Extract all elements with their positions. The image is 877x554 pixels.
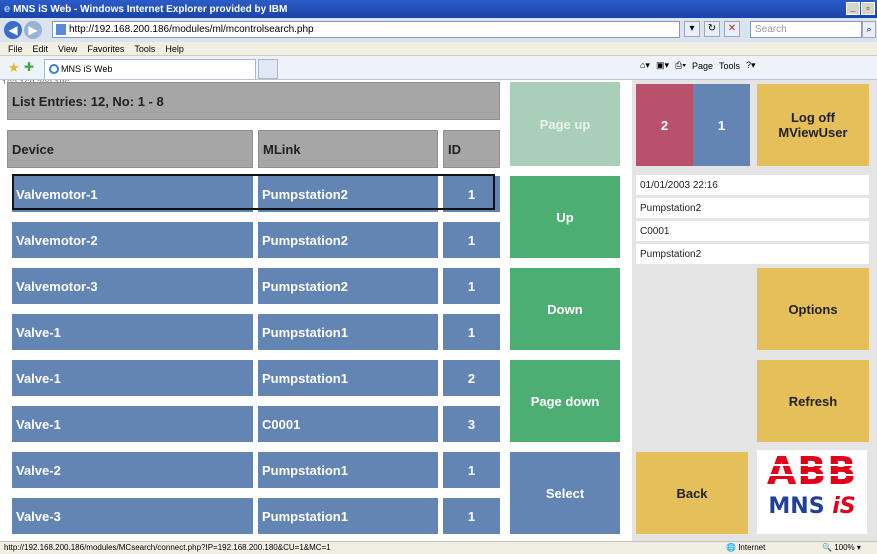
tab-page-icon [49, 64, 59, 74]
id-cell[interactable]: 1 [443, 314, 500, 350]
mlink-cell[interactable]: Pumpstation1 [258, 498, 438, 534]
print-icon[interactable]: ⎙▾ [675, 60, 686, 71]
down-button[interactable]: Down [510, 268, 620, 350]
selection-highlight [12, 174, 495, 210]
id-cell[interactable]: 1 [443, 222, 500, 258]
restore-button[interactable]: ▫ [861, 2, 875, 15]
column-header-device: Device [7, 130, 253, 168]
address-toolbar: ◀ ▶ http://192.168.200.186/modules/ml/mc… [0, 18, 877, 42]
search-input[interactable]: Search [750, 21, 862, 38]
device-cell[interactable]: Valve-2 [12, 452, 253, 488]
zone-label: Internet [738, 543, 766, 552]
refresh-button[interactable]: Refresh [757, 360, 869, 442]
device-cell[interactable]: Valve-1 [12, 406, 253, 442]
info-code: C0001 [636, 221, 869, 241]
logoff-label: Log off [790, 110, 836, 125]
stop-icon[interactable]: ✕ [724, 21, 740, 37]
select-button[interactable]: Select [510, 452, 620, 534]
device-cell[interactable]: Valve-3 [12, 498, 253, 534]
mlink-cell[interactable]: Pumpstation2 [258, 222, 438, 258]
device-cell[interactable]: Valve-1 [12, 314, 253, 350]
device-cell[interactable]: Valve-1 [12, 360, 253, 396]
abb-mns-logo: ABB MNS iS [757, 450, 867, 534]
mlink-cell[interactable]: Pumpstation1 [258, 314, 438, 350]
device-cell[interactable]: Valvemotor-2 [12, 222, 253, 258]
menu-help[interactable]: Help [165, 44, 184, 54]
window-title: MNS iS Web - Windows Internet Explorer p… [13, 3, 288, 15]
tools-menu[interactable]: Tools [719, 61, 740, 71]
is-text: iS [832, 494, 856, 519]
dropdown-arrow-icon[interactable]: ▾ [684, 21, 700, 37]
logo-stripe [763, 464, 861, 466]
id-cell[interactable]: 3 [443, 406, 500, 442]
id-cell[interactable]: 1 [443, 268, 500, 304]
column-header-mlink: MLink [258, 130, 438, 168]
status-url: http://192.168.200.186/modules/MCsearch/… [4, 543, 331, 552]
refresh-icon[interactable]: ↻ [704, 21, 720, 37]
favorites-star-icon[interactable]: ★ [8, 60, 20, 76]
menu-file[interactable]: File [8, 44, 23, 54]
count-badge-b[interactable]: 1 [693, 84, 750, 166]
zoom-level: 100% [834, 543, 855, 552]
mlink-cell[interactable]: Pumpstation1 [258, 452, 438, 488]
new-tab-button[interactable] [258, 59, 278, 79]
window-controls: _ ▫ [846, 2, 875, 15]
menu-favorites[interactable]: Favorites [87, 44, 124, 54]
column-header-id: ID [443, 130, 500, 168]
abb-wordmark: ABB [766, 449, 858, 493]
help-icon[interactable]: ?▾ [746, 60, 756, 71]
page-icon [56, 24, 66, 35]
info-datetime: 01/01/2003 22:16 [636, 175, 869, 195]
command-bar: ⌂▾ ▣▾ ⎙▾ Page Tools ?▾ [640, 60, 756, 71]
logo-stripe [763, 474, 861, 476]
list-entries-label: List Entries: 12, No: 1 - 8 [7, 82, 500, 120]
page-down-button[interactable]: Page down [510, 360, 620, 442]
logoff-user: MViewUser [778, 125, 848, 140]
favorites-bar: ★ ✚ MNS iS Web ⌂▾ ▣▾ ⎙▾ Page Tools ?▾ [0, 56, 877, 80]
address-actions: ▾ ↻ ✕ [684, 21, 740, 37]
mns-is-wordmark: MNS iS [757, 494, 867, 519]
page-content: 192.168.200.186 List Entries: 12, No: 1 … [0, 80, 877, 541]
feeds-icon[interactable]: ▣▾ [656, 60, 669, 71]
back-button[interactable]: Back [636, 452, 748, 534]
search-icon[interactable]: ⌕ [862, 21, 876, 38]
window-titlebar: e MNS iS Web - Windows Internet Explorer… [0, 0, 877, 18]
ie-logo-icon: e [4, 3, 11, 15]
mlink-cell[interactable]: Pumpstation1 [258, 360, 438, 396]
count-badge-a[interactable]: 2 [636, 84, 693, 166]
menu-edit[interactable]: Edit [33, 44, 49, 54]
info-mlink: Pumpstation2 [636, 198, 869, 218]
mlink-cell[interactable]: C0001 [258, 406, 438, 442]
device-cell[interactable]: Valvemotor-3 [12, 268, 253, 304]
menu-tools[interactable]: Tools [134, 44, 155, 54]
mlink-cell[interactable]: Pumpstation2 [258, 268, 438, 304]
address-field[interactable]: http://192.168.200.186/modules/ml/mcontr… [52, 21, 680, 38]
options-button[interactable]: Options [757, 268, 869, 350]
security-zone: 🌐 Internet [726, 543, 766, 552]
id-cell[interactable]: 1 [443, 452, 500, 488]
info-station: Pumpstation2 [636, 244, 869, 264]
address-url: http://192.168.200.186/modules/ml/mcontr… [69, 24, 314, 35]
id-cell[interactable]: 1 [443, 498, 500, 534]
id-cell[interactable]: 2 [443, 360, 500, 396]
menu-bar: File Edit View Favorites Tools Help [0, 42, 877, 56]
tab-label: MNS iS Web [61, 64, 113, 74]
add-favorite-icon[interactable]: ✚ [24, 60, 34, 74]
status-bar: http://192.168.200.186/modules/MCsearch/… [0, 541, 877, 554]
zoom-control[interactable]: 🔍 100% ▾ [822, 542, 861, 554]
mns-text: MNS [768, 494, 833, 519]
forward-arrow-icon[interactable]: ▶ [24, 21, 42, 39]
logoff-button[interactable]: Log off MViewUser [757, 84, 869, 166]
page-up-button[interactable]: Page up [510, 82, 620, 166]
menu-view[interactable]: View [58, 44, 77, 54]
page-menu[interactable]: Page [692, 61, 713, 71]
back-arrow-icon[interactable]: ◀ [4, 21, 22, 39]
up-button[interactable]: Up [510, 176, 620, 258]
home-icon[interactable]: ⌂▾ [640, 60, 650, 71]
browser-tab[interactable]: MNS iS Web [44, 59, 256, 79]
minimize-button[interactable]: _ [846, 2, 860, 15]
